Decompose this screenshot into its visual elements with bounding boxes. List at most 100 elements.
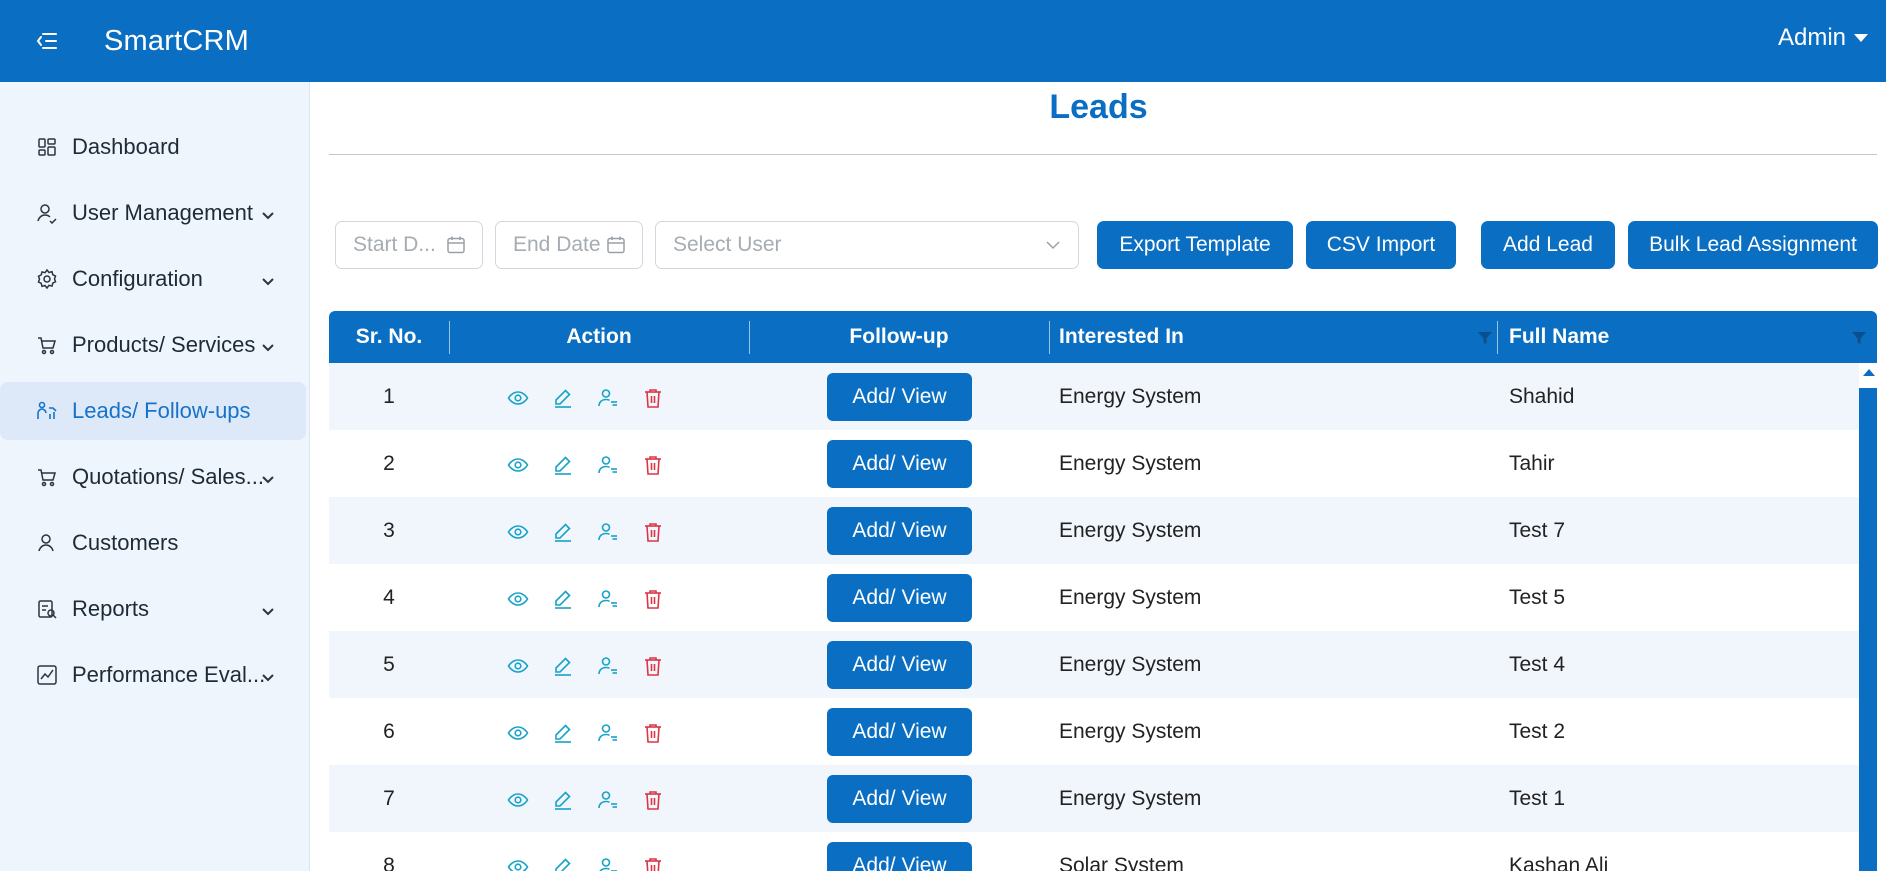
table-row: 1 Add/ View Energy System Shahid bbox=[329, 363, 1859, 430]
cell-full-name: Test 1 bbox=[1509, 786, 1566, 810]
start-date-placeholder: Start D... bbox=[353, 233, 436, 256]
view-icon[interactable] bbox=[507, 588, 529, 610]
header-full-name[interactable]: Full Name bbox=[1509, 311, 1809, 363]
csv-import-button[interactable]: CSV Import bbox=[1306, 221, 1456, 269]
header-sr-no[interactable]: Sr. No. bbox=[329, 311, 449, 363]
edit-icon[interactable] bbox=[552, 588, 574, 610]
cell-interested-in: Energy System bbox=[1059, 451, 1202, 475]
assign-user-icon[interactable] bbox=[597, 789, 619, 811]
export-template-button[interactable]: Export Template bbox=[1097, 221, 1293, 269]
sidebar-item-configuration[interactable]: Configuration bbox=[0, 250, 306, 308]
sidebar-item-dashboard[interactable]: Dashboard bbox=[0, 118, 306, 176]
view-icon[interactable] bbox=[507, 387, 529, 409]
table-row: 7 Add/ View Energy System Test 1 bbox=[329, 765, 1859, 832]
sidebar-item-label: Reports bbox=[72, 596, 150, 621]
delete-icon[interactable] bbox=[642, 588, 664, 610]
sidebar-item-user-management[interactable]: User Management bbox=[0, 184, 306, 242]
view-icon[interactable] bbox=[507, 722, 529, 744]
leads-table: Sr. No. Action Follow-up Interested In F… bbox=[329, 311, 1877, 871]
delete-icon[interactable] bbox=[642, 789, 664, 811]
delete-icon[interactable] bbox=[642, 454, 664, 476]
scroll-thumb[interactable] bbox=[1859, 388, 1877, 871]
header-action[interactable]: Action bbox=[449, 311, 749, 363]
edit-icon[interactable] bbox=[552, 722, 574, 744]
assign-user-icon[interactable] bbox=[597, 454, 619, 476]
sidebar-item-performance-eval[interactable]: Performance Eval... bbox=[0, 646, 306, 704]
edit-icon[interactable] bbox=[552, 387, 574, 409]
cell-interested-in: Energy System bbox=[1059, 786, 1202, 810]
filter-icon[interactable] bbox=[1477, 330, 1493, 346]
assign-user-icon[interactable] bbox=[597, 655, 619, 677]
edit-icon[interactable] bbox=[552, 655, 574, 677]
scroll-up-arrow[interactable] bbox=[1863, 369, 1875, 376]
cell-interested-in: Energy System bbox=[1059, 384, 1202, 408]
chevron-down-icon bbox=[1854, 34, 1868, 42]
end-date-input[interactable]: End Date bbox=[495, 221, 643, 269]
follow-up-add-view-button[interactable]: Add/ View bbox=[827, 373, 972, 421]
delete-icon[interactable] bbox=[642, 655, 664, 677]
edit-icon[interactable] bbox=[552, 789, 574, 811]
follow-up-add-view-button[interactable]: Add/ View bbox=[827, 775, 972, 823]
view-icon[interactable] bbox=[507, 856, 529, 871]
bulk-lead-assignment-button[interactable]: Bulk Lead Assignment bbox=[1628, 221, 1878, 269]
edit-icon[interactable] bbox=[552, 856, 574, 871]
assign-user-icon[interactable] bbox=[597, 521, 619, 543]
sidebar-item-label: Customers bbox=[72, 530, 179, 555]
select-user-placeholder: Select User bbox=[673, 233, 782, 256]
user-menu[interactable]: Admin bbox=[1778, 24, 1868, 52]
view-icon[interactable] bbox=[507, 454, 529, 476]
cell-sr-no: 5 bbox=[383, 652, 395, 676]
assign-user-icon[interactable] bbox=[597, 856, 619, 871]
select-user-dropdown[interactable]: Select User bbox=[655, 221, 1079, 269]
header-interested-in[interactable]: Interested In bbox=[1059, 311, 1359, 363]
cell-full-name: Test 7 bbox=[1509, 518, 1566, 542]
cell-full-name: Shahid bbox=[1509, 384, 1575, 408]
scrollbar[interactable] bbox=[1859, 363, 1877, 871]
column-separator bbox=[1497, 321, 1498, 354]
table-row: 3 Add/ View Energy System Test 7 bbox=[329, 497, 1859, 564]
follow-up-add-view-button[interactable]: Add/ View bbox=[827, 574, 972, 622]
delete-icon[interactable] bbox=[642, 521, 664, 543]
app-title: SmartCRM bbox=[104, 24, 249, 57]
follow-up-add-view-button[interactable]: Add/ View bbox=[827, 440, 972, 488]
follow-up-add-view-button[interactable]: Add/ View bbox=[827, 507, 972, 555]
sidebar-item-customers[interactable]: Customers bbox=[0, 514, 306, 572]
table-header: Sr. No. Action Follow-up Interested In F… bbox=[329, 311, 1877, 363]
sidebar-item-reports[interactable]: Reports bbox=[0, 580, 306, 638]
chevron-down-icon bbox=[260, 204, 276, 230]
table-row: 5 Add/ View Energy System Test 4 bbox=[329, 631, 1859, 698]
sidebar-item-quotations-sales[interactable]: Quotations/ Sales... bbox=[0, 448, 306, 506]
cell-sr-no: 4 bbox=[383, 585, 395, 609]
edit-icon[interactable] bbox=[552, 454, 574, 476]
header-follow-up[interactable]: Follow-up bbox=[749, 311, 1049, 363]
follow-up-add-view-button[interactable]: Add/ View bbox=[827, 641, 972, 689]
assign-user-icon[interactable] bbox=[597, 588, 619, 610]
assign-user-icon[interactable] bbox=[597, 387, 619, 409]
end-date-placeholder: End Date bbox=[513, 233, 601, 256]
chevron-down-icon bbox=[260, 600, 276, 626]
report-icon bbox=[35, 597, 59, 621]
cell-interested-in: Energy System bbox=[1059, 719, 1202, 743]
delete-icon[interactable] bbox=[642, 387, 664, 409]
cell-full-name: Tahir bbox=[1509, 451, 1555, 475]
follow-up-add-view-button[interactable]: Add/ View bbox=[827, 708, 972, 756]
delete-icon[interactable] bbox=[642, 856, 664, 871]
user-icon bbox=[35, 531, 59, 555]
assign-user-icon[interactable] bbox=[597, 722, 619, 744]
edit-icon[interactable] bbox=[552, 521, 574, 543]
user-name: Admin bbox=[1777, 24, 1846, 51]
sidebar-item-leads-follow-ups[interactable]: Leads/ Follow-ups bbox=[0, 382, 306, 440]
cell-interested-in: Energy System bbox=[1059, 652, 1202, 676]
main-content: Leads Start D... End Date Select User Ex… bbox=[311, 82, 1886, 871]
cell-full-name: Kashan Ali bbox=[1509, 853, 1609, 871]
menu-toggle-icon[interactable] bbox=[24, 18, 70, 64]
add-lead-button[interactable]: Add Lead bbox=[1481, 221, 1615, 269]
delete-icon[interactable] bbox=[642, 722, 664, 744]
sidebar-item-products-services[interactable]: Products/ Services bbox=[0, 316, 306, 374]
start-date-input[interactable]: Start D... bbox=[335, 221, 483, 269]
view-icon[interactable] bbox=[507, 521, 529, 543]
view-icon[interactable] bbox=[507, 655, 529, 677]
follow-up-add-view-button[interactable]: Add/ View bbox=[827, 842, 972, 871]
filter-icon[interactable] bbox=[1851, 330, 1867, 346]
view-icon[interactable] bbox=[507, 789, 529, 811]
